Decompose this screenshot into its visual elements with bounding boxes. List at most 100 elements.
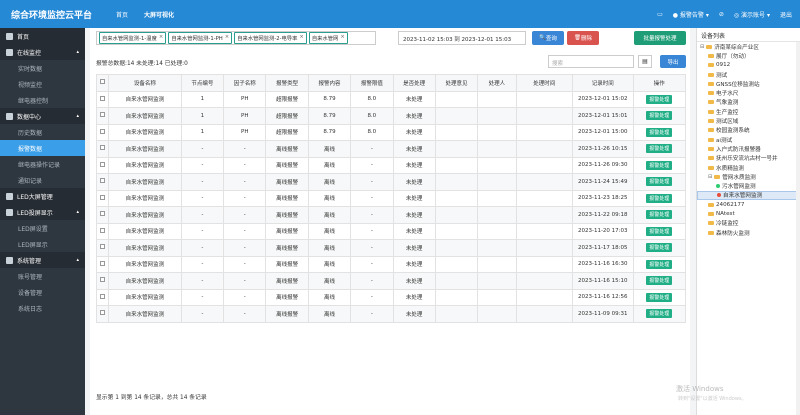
alarm-handle-button[interactable]: 报警处理	[646, 292, 673, 302]
tree-item[interactable]: GNSS位移监测站	[697, 79, 800, 88]
sidebar-item-0[interactable]: 首页	[0, 28, 85, 44]
alarm-handle-button[interactable]: 报警处理	[646, 144, 673, 154]
alarm-handle-button[interactable]: 报警处理	[646, 309, 673, 319]
date-range-input[interactable]: 2023-11-02 15:03 到 2023-12-01 15:03	[398, 31, 526, 45]
column-header[interactable]: 处理时间	[515, 74, 574, 92]
delete-button[interactable]: 🗑 删除	[567, 31, 599, 45]
column-header[interactable]: 处理意见	[434, 74, 479, 92]
row-checkbox[interactable]	[100, 194, 106, 200]
device-factor-select[interactable]: 自来水管网监测-1-温度 × 自来水管网监测-1-PH × 自来水管网监测-2-电导率 ×…	[96, 31, 376, 45]
tree-item[interactable]: 测试区域	[697, 116, 800, 125]
alarm-handle-button[interactable]: 报警处理	[646, 111, 673, 121]
sidebar-item-8[interactable]: 继电器操作记录	[0, 156, 85, 172]
sidebar-item-11[interactable]: LED投屏显示 ▴	[0, 204, 85, 220]
alarm-handle-button[interactable]: 报警处理	[646, 259, 673, 269]
tree-item[interactable]: 0912	[697, 61, 800, 70]
tree-item[interactable]: 污水管网监测	[697, 181, 800, 190]
user-menu[interactable]: ◎ 演示账号 ▾	[734, 10, 770, 19]
alarm-handle-button[interactable]: 报警处理	[646, 94, 673, 104]
filter-tag[interactable]: 自来水管网监测-1-温度 ×	[99, 32, 167, 44]
sidebar-item-6[interactable]: 历史数据	[0, 124, 85, 140]
row-checkbox[interactable]	[100, 112, 106, 118]
tree-item[interactable]: 入户式防汛报警器	[697, 144, 800, 153]
row-checkbox[interactable]	[100, 161, 106, 167]
sidebar-item-14[interactable]: 系统管理 ▴	[0, 252, 85, 268]
tree-item[interactable]: 展厅（勿动）	[697, 51, 800, 60]
tree-scrollbar[interactable]	[796, 42, 800, 415]
sidebar-item-12[interactable]: LED屏设置	[0, 220, 85, 236]
sidebar-item-3[interactable]: 视频监控	[0, 76, 85, 92]
nav-home[interactable]: 首页	[116, 10, 128, 19]
tree-item[interactable]: 水质精监测	[697, 163, 800, 172]
tree-item[interactable]: ⊟ 济南某综合产业区	[697, 42, 800, 51]
row-checkbox[interactable]	[100, 277, 106, 283]
column-header[interactable]: 因子名称	[223, 74, 267, 92]
column-header[interactable]: 节点编号	[180, 74, 225, 92]
alarm-handle-button[interactable]: 报警处理	[646, 177, 673, 187]
tree-item[interactable]: 气象监测	[697, 98, 800, 107]
column-header[interactable]: 操作	[632, 74, 686, 92]
column-header[interactable]	[95, 74, 110, 92]
alarm-handle-button[interactable]: 报警处理	[646, 243, 673, 253]
row-checkbox[interactable]	[100, 178, 106, 184]
row-checkbox[interactable]	[100, 310, 106, 316]
filter-tag[interactable]: 自来水管网监测-1-PH ×	[168, 32, 233, 44]
tree-item[interactable]: ai测试	[697, 135, 800, 144]
alarm-handle-button[interactable]: 报警处理	[646, 226, 673, 236]
sidebar-item-1[interactable]: 在线监控 ▴	[0, 44, 85, 60]
row-checkbox[interactable]	[100, 227, 106, 233]
column-header[interactable]: 处理人	[477, 74, 517, 92]
alarm-menu[interactable]: ● 报警告警 ▾	[673, 10, 709, 19]
tree-item[interactable]: 森林防火监测	[697, 228, 800, 237]
close-icon[interactable]: ×	[340, 34, 344, 42]
alarm-handle-button[interactable]: 报警处理	[646, 210, 673, 220]
tree-item[interactable]: 校园监测系统	[697, 126, 800, 135]
screen-icon[interactable]: ▭	[657, 11, 663, 18]
batch-alarm-button[interactable]: 批量报警处理	[634, 31, 686, 45]
sidebar-item-13[interactable]: LED屏显示	[0, 236, 85, 252]
tree-item[interactable]: 自来水管网监测	[697, 190, 800, 201]
column-header[interactable]: 报警类型	[265, 74, 309, 92]
sidebar-item-16[interactable]: 设备管理	[0, 284, 85, 300]
sidebar-item-7[interactable]: 报警数据	[0, 140, 85, 156]
row-checkbox[interactable]	[100, 260, 106, 266]
tree-item[interactable]: 抚州乐安流坑古村一号井	[697, 154, 800, 163]
column-header[interactable]: 报警内容	[307, 74, 352, 92]
filter-tag[interactable]: 自来水管网监测-2-电导率 ×	[234, 32, 307, 44]
close-icon[interactable]: ×	[159, 34, 163, 42]
row-checkbox[interactable]	[100, 211, 106, 217]
sidebar-item-5[interactable]: 数据中心 ▴	[0, 108, 85, 124]
close-icon[interactable]: ×	[225, 34, 229, 42]
row-checkbox[interactable]	[100, 244, 106, 250]
alarm-handle-button[interactable]: 报警处理	[646, 160, 673, 170]
nav-dashboard[interactable]: 大屏可视化	[144, 10, 174, 19]
collapse-icon[interactable]: ⊟	[700, 44, 704, 50]
sidebar-item-2[interactable]: 实时数据	[0, 60, 85, 76]
query-button[interactable]: 🔍 查询	[532, 31, 564, 45]
tree-item[interactable]: ⊟ 管网水质监测	[697, 172, 800, 181]
alarm-handle-button[interactable]: 报警处理	[646, 193, 673, 203]
tree-item[interactable]: 测试	[697, 70, 800, 79]
row-checkbox[interactable]	[100, 293, 106, 299]
tree-item[interactable]: 生产监控	[697, 107, 800, 116]
collapse-icon[interactable]: ⊟	[708, 174, 712, 180]
row-checkbox[interactable]	[100, 145, 106, 151]
sidebar-item-9[interactable]: 通知记录	[0, 172, 85, 188]
row-checkbox[interactable]	[100, 128, 106, 134]
column-header[interactable]: 设备名称	[108, 74, 182, 92]
tree-item[interactable]: 24062177	[697, 200, 800, 209]
row-checkbox[interactable]	[100, 95, 106, 101]
column-header[interactable]: 记录时间	[572, 74, 634, 92]
alarm-handle-button[interactable]: 报警处理	[646, 127, 673, 137]
close-icon[interactable]: ×	[299, 34, 303, 42]
column-header[interactable]: 报警限值	[350, 74, 394, 92]
sidebar-item-10[interactable]: LED大屏管理	[0, 188, 85, 204]
tree-item[interactable]: NAtest	[697, 209, 800, 218]
tree-item[interactable]: 电子水尺	[697, 88, 800, 97]
search-input[interactable]: 搜索	[548, 55, 634, 68]
filter-tag[interactable]: 自来水管网 ×	[308, 32, 348, 44]
mute-icon[interactable]: ⊘	[719, 11, 724, 18]
select-all-checkbox[interactable]	[100, 79, 106, 85]
sidebar-item-4[interactable]: 继电器控制	[0, 92, 85, 108]
logout-link[interactable]: 退出	[780, 10, 792, 19]
